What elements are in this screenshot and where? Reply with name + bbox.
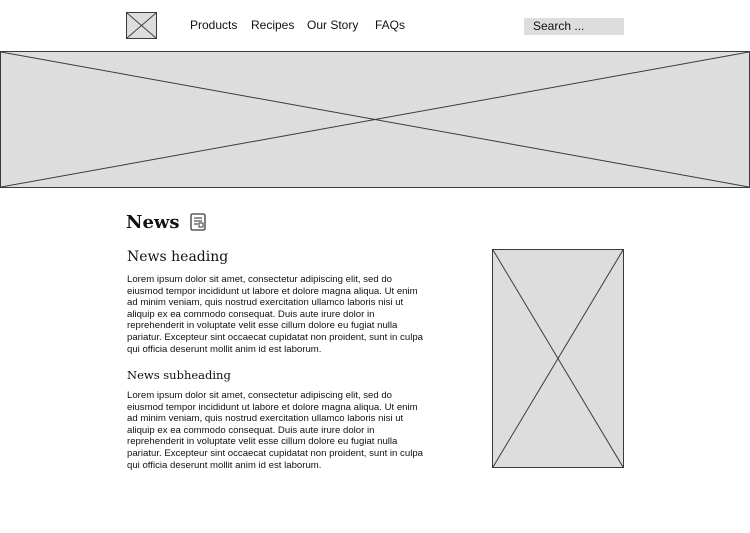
news-heading: News heading	[127, 249, 229, 265]
news-side-image	[492, 249, 624, 468]
nav-link-our-story[interactable]: Our Story	[307, 18, 358, 32]
news-paragraph: Lorem ipsum dolor sit amet, consectetur …	[127, 274, 423, 355]
hero-banner-image	[0, 51, 750, 188]
page-title: News	[126, 212, 180, 233]
nav-link-products[interactable]: Products	[190, 18, 237, 32]
news-subheading: News subheading	[127, 368, 231, 382]
nav-link-recipes[interactable]: Recipes	[251, 18, 294, 32]
logo[interactable]	[126, 12, 157, 39]
news-paragraph: Lorem ipsum dolor sit amet, consectetur …	[127, 390, 423, 471]
nav-link-faqs[interactable]: FAQs	[375, 18, 405, 32]
image-placeholder-icon	[1, 52, 749, 187]
image-placeholder-icon	[127, 13, 156, 38]
image-placeholder-icon	[493, 250, 623, 467]
document-icon[interactable]	[190, 213, 206, 231]
search-input[interactable]: Search ...	[524, 18, 624, 35]
